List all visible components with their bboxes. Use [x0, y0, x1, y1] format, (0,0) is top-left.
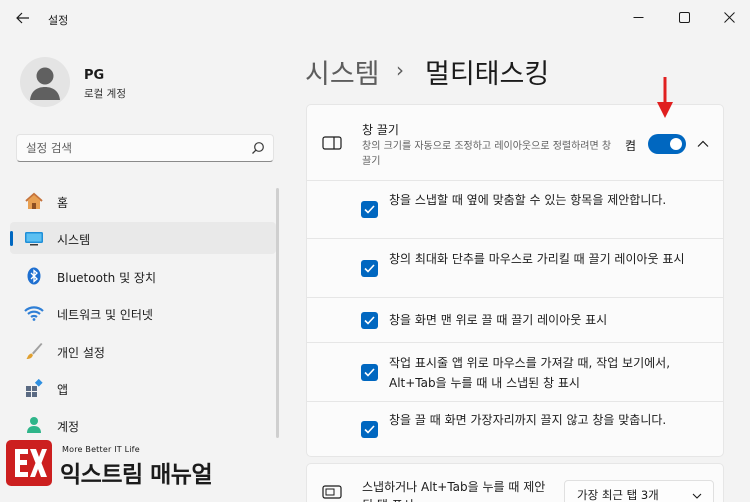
snap-toggle[interactable]: [648, 134, 686, 154]
dropdown-selected: 가장 최근 탭 3개: [577, 488, 659, 502]
tabs-window-icon: [322, 485, 342, 499]
arrow-left-icon: [16, 12, 29, 24]
checkmark-icon: [364, 368, 375, 377]
system-icon: [24, 229, 44, 247]
sidebar-item-label: 앱: [57, 383, 69, 397]
option-checkbox[interactable]: [361, 364, 378, 381]
title-bar: 설정: [0, 0, 750, 36]
account-type: 로컬 계정: [84, 88, 126, 100]
sidebar-item-label: 네트워크 및 인터넷: [57, 308, 153, 322]
close-icon: [723, 11, 735, 23]
watermark-logo-icon: [6, 440, 52, 486]
search-icon[interactable]: [251, 141, 265, 155]
option-text: 작업 표시줄 앱 위로 마우스를 가져갈 때, 작업 보기에서, Alt+Tab…: [389, 356, 671, 390]
checkmark-icon: [364, 425, 375, 434]
alt-tab-card: 스냅하거나 Alt+Tab을 누를 때 제안된 탭 표시 가장 최근 탭 3개: [306, 463, 724, 502]
breadcrumb-separator: ›: [396, 58, 404, 82]
search-input[interactable]: [17, 135, 237, 161]
sidebar-item-personalization[interactable]: 개인 설정: [10, 335, 276, 367]
watermark-tagline: More Better IT Life: [62, 445, 140, 454]
option-checkbox[interactable]: [361, 201, 378, 218]
maximize-button[interactable]: [673, 6, 695, 28]
page-title: 멀티태스킹: [425, 59, 550, 90]
option-text: 창을 화면 맨 위로 끌 때 끌기 레이아웃 표시: [389, 313, 608, 327]
snap-option-row: 창의 최대화 단추를 마우스로 가리킬 때 끌기 레이아웃 표시: [306, 239, 724, 298]
sidebar-item-network[interactable]: 네트워크 및 인터넷: [10, 297, 276, 329]
user-silhouette-icon: [30, 67, 60, 100]
sidebar-scrollbar[interactable]: [276, 188, 279, 438]
option-text: 창을 끌 때 화면 가장자리까지 끌지 않고 창을 맞춥니다.: [389, 413, 667, 427]
option-text: 창의 최대화 단추를 마우스로 가리킬 때 끌기 레이아웃 표시: [389, 252, 685, 266]
sidebar-item-bluetooth[interactable]: Bluetooth 및 장치: [10, 260, 276, 292]
checkmark-icon: [364, 316, 375, 325]
sidebar-item-apps[interactable]: 앱: [10, 372, 276, 404]
maximize-icon: [678, 11, 690, 23]
account-icon: [24, 416, 44, 434]
snap-option-row: 창을 화면 맨 위로 끌 때 끌기 레이아웃 표시: [306, 298, 724, 343]
avatar[interactable]: [20, 57, 70, 107]
brush-icon: [24, 342, 44, 360]
snap-title: 창 끌기: [362, 123, 399, 137]
active-indicator: [10, 231, 13, 246]
snap-window-icon: [322, 136, 342, 150]
breadcrumb-parent[interactable]: 시스템: [305, 52, 380, 91]
watermark-name: 익스트림 매뉴얼: [60, 462, 213, 488]
sidebar-item-label: 계정: [57, 420, 80, 434]
option-text: 창을 스냅할 때 옆에 맞춤할 수 있는 항목을 제안합니다.: [389, 193, 667, 207]
sidebar-item-accounts[interactable]: 계정: [10, 409, 276, 441]
sidebar-item-label: 홈: [57, 196, 69, 210]
sidebar-item-label: 개인 설정: [57, 346, 105, 360]
toggle-knob: [670, 138, 682, 150]
chevron-up-icon[interactable]: [696, 137, 710, 151]
snap-description: 창의 크기를 자동으로 조정하고 레이아웃으로 정렬하려면 창 끌기: [362, 141, 612, 167]
checkmark-icon: [364, 205, 375, 214]
wifi-icon: [24, 304, 44, 322]
sidebar-item-label: 시스템: [57, 233, 91, 247]
close-button[interactable]: [718, 6, 740, 28]
option-checkbox[interactable]: [361, 260, 378, 277]
home-icon: [24, 192, 44, 210]
minimize-icon: [633, 16, 643, 18]
profile-name: PG: [84, 68, 105, 83]
checkmark-icon: [364, 264, 375, 273]
sidebar-item-label: Bluetooth 및 장치: [57, 271, 157, 285]
snap-option-row: 창을 스냅할 때 옆에 맞춤할 수 있는 항목을 제안합니다.: [306, 181, 724, 239]
option-checkbox[interactable]: [361, 421, 378, 438]
chevron-down-icon: [692, 493, 702, 499]
back-button[interactable]: [12, 7, 34, 29]
minimize-button[interactable]: [627, 6, 649, 28]
bluetooth-icon: [24, 267, 44, 285]
search-box[interactable]: [16, 134, 274, 162]
snap-option-row: 작업 표시줄 앱 위로 마우스를 가져갈 때, 작업 보기에서, Alt+Tab…: [306, 343, 724, 402]
sidebar-item-home[interactable]: 홈: [10, 185, 276, 217]
alt-tab-text: 스냅하거나 Alt+Tab을 누를 때 제안된 탭 표시: [362, 480, 546, 502]
sidebar-item-system[interactable]: 시스템: [10, 222, 276, 254]
option-checkbox[interactable]: [361, 312, 378, 329]
app-title: 설정: [48, 14, 69, 27]
apps-icon: [24, 379, 44, 397]
tabs-dropdown[interactable]: 가장 최근 탭 3개: [564, 480, 714, 502]
red-arrow-icon: [657, 77, 673, 118]
snap-option-row: 창을 끌 때 화면 가장자리까지 끌지 않고 창을 맞춥니다.: [306, 402, 724, 457]
toggle-state-label: 켬: [625, 139, 637, 153]
